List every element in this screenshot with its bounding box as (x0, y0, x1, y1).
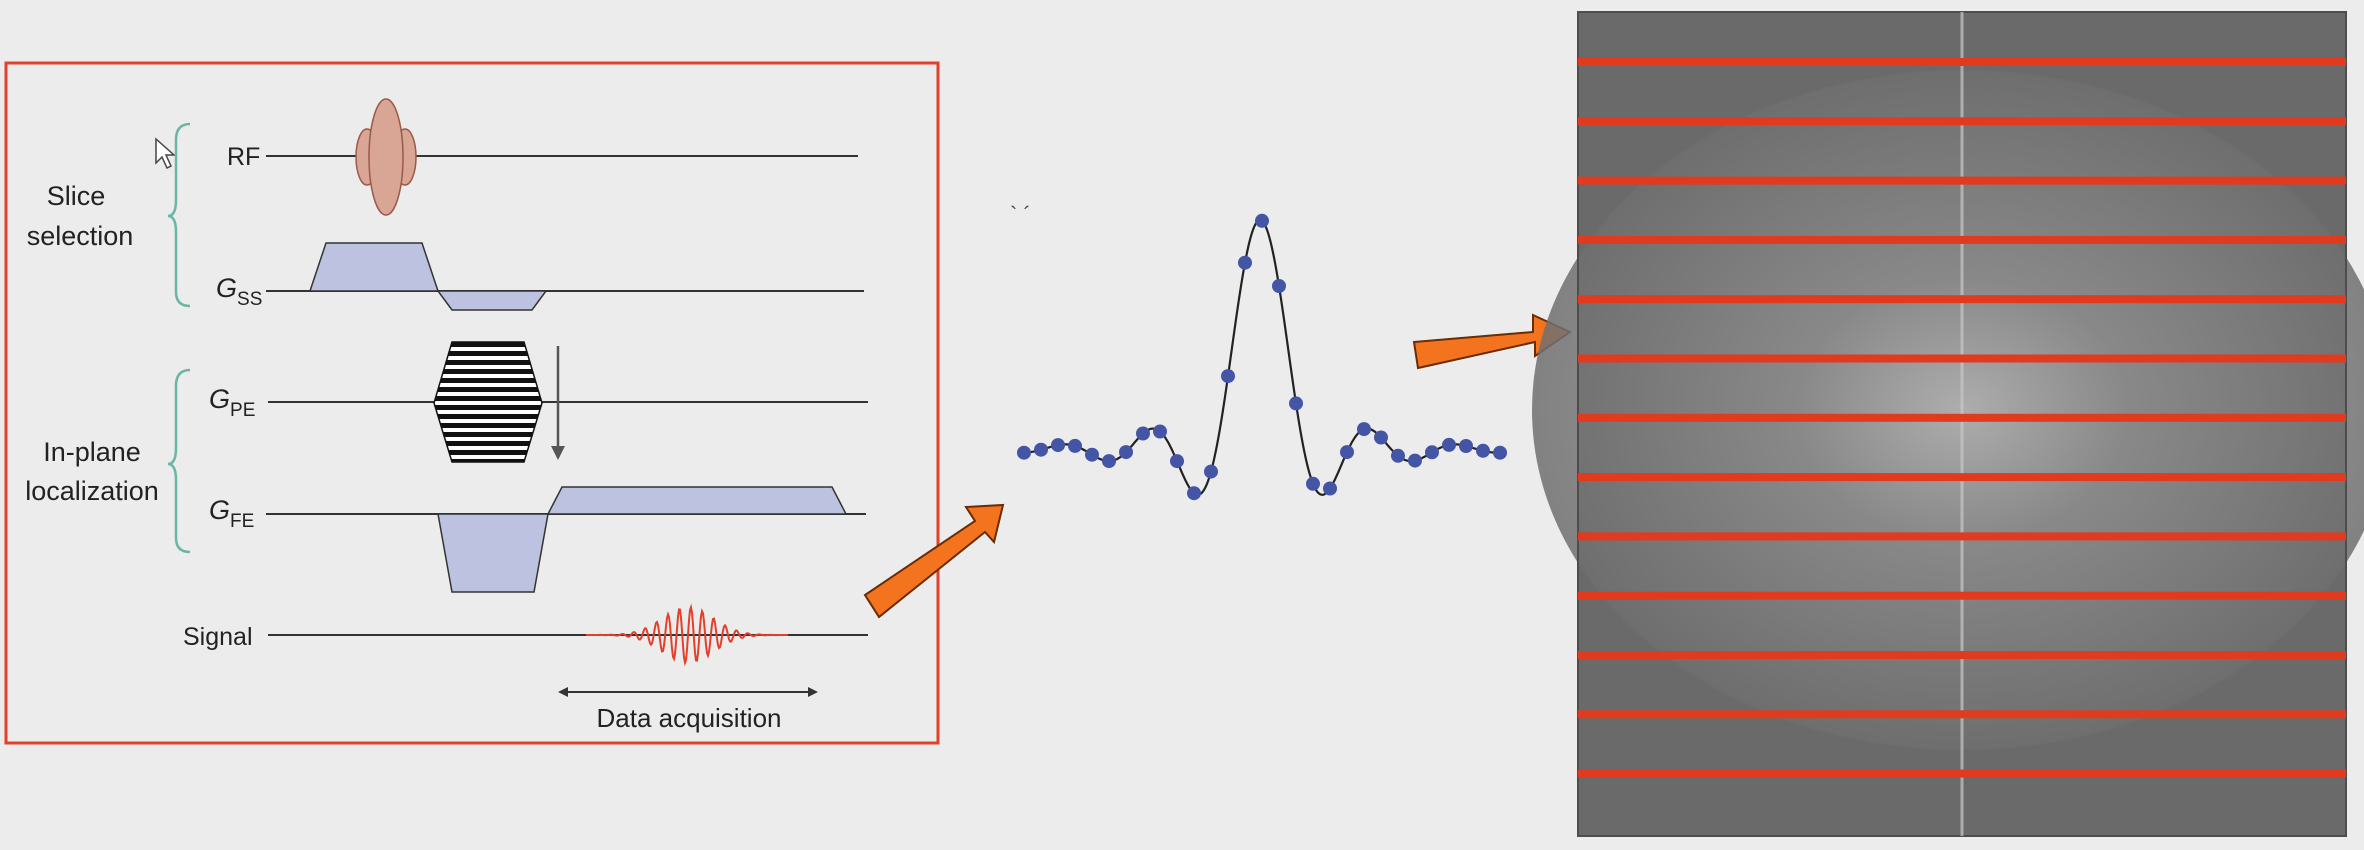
slice-selection-label-line2: selection (27, 221, 134, 251)
sample-point (1051, 438, 1065, 453)
sample-point (1102, 454, 1116, 469)
gfe-label: GFE (209, 495, 254, 532)
arrow-to-sampled-signal (863, 503, 1005, 619)
sample-point (1323, 481, 1337, 496)
sample-point (1221, 369, 1235, 384)
data-acquisition-arrow-right (808, 687, 818, 697)
slice-refocus-gradient (436, 290, 548, 311)
mri-diagram-scene: Slice selection In-plane localization RF… (4, 11, 2364, 837)
sample-point (1408, 453, 1422, 468)
readout-dephase-gradient (437, 513, 549, 593)
sample-point (1068, 438, 1082, 453)
slice-selection-brace (167, 122, 191, 308)
kspace-line (1578, 58, 2346, 66)
sample-point (1357, 422, 1371, 437)
sample-point (1238, 255, 1252, 270)
sample-point (1017, 445, 1031, 460)
sample-point (1034, 442, 1048, 457)
kspace-line (1578, 295, 2346, 304)
kspace-image (1532, 11, 2364, 837)
gpe-label-main: G (209, 384, 230, 414)
sample-point (1493, 445, 1507, 460)
sample-point (1306, 476, 1320, 491)
data-acquisition-arrow-left (558, 687, 568, 697)
kspace-line (1578, 651, 2346, 659)
sample-point (1204, 464, 1218, 479)
rf-pulse (355, 98, 417, 216)
sample-point (1119, 445, 1133, 460)
inplane-localization-label: In-plane (43, 437, 141, 467)
kspace-line (1578, 176, 2346, 185)
sample-point (1255, 213, 1269, 228)
gfe-label-main: G (209, 495, 230, 525)
sample-point (1085, 447, 1099, 462)
kspace-line (1578, 117, 2346, 126)
inplane-localization-brace (167, 368, 191, 554)
sample-point (1272, 279, 1286, 293)
gpe-label: GPE (209, 384, 255, 421)
gss-label-main: G (216, 273, 237, 303)
sample-point (1340, 445, 1354, 460)
sample-point (1289, 396, 1303, 411)
mouse-pointer-icon (155, 137, 176, 170)
kspace-line (1578, 591, 2346, 600)
kspace-line (1578, 532, 2346, 541)
sample-point (1187, 486, 1201, 501)
slice-select-gradient (308, 242, 440, 292)
echo-signal-waveform (586, 603, 788, 667)
sample-point (1476, 443, 1490, 458)
sample-point (1442, 437, 1456, 452)
kspace-line (1578, 710, 2346, 719)
kspace-center-glow (1532, 70, 2364, 750)
phase-step-arrowhead (551, 446, 565, 460)
inplane-localization-label-line2: localization (25, 476, 159, 506)
gss-label: GSS (216, 273, 262, 310)
gpe-label-sub: PE (230, 400, 255, 421)
slice-selection-label: Slice (47, 181, 106, 211)
sample-point (1374, 430, 1388, 445)
data-acquisition-label: Data acquisition (597, 703, 782, 733)
rf-label: RF (227, 143, 260, 171)
sample-point (1170, 454, 1184, 469)
sample-point (1459, 439, 1473, 453)
sample-point (1153, 424, 1167, 439)
kspace-line (1578, 354, 2346, 363)
readout-gradient (546, 486, 848, 515)
kspace-line (1578, 413, 2346, 422)
sample-point (1425, 445, 1439, 460)
kspace-line (1578, 235, 2346, 244)
sample-point (1391, 448, 1405, 463)
gfe-label-sub: FE (230, 511, 254, 532)
stray-tick-marks: ` ´ (1010, 202, 1031, 227)
kspace-line (1578, 473, 2346, 482)
signal-label: Signal (183, 623, 253, 651)
phase-encode-gradient-table (433, 341, 543, 463)
kspace-line (1578, 769, 2346, 778)
gss-label-sub: SS (237, 289, 262, 310)
sample-point (1136, 426, 1150, 441)
